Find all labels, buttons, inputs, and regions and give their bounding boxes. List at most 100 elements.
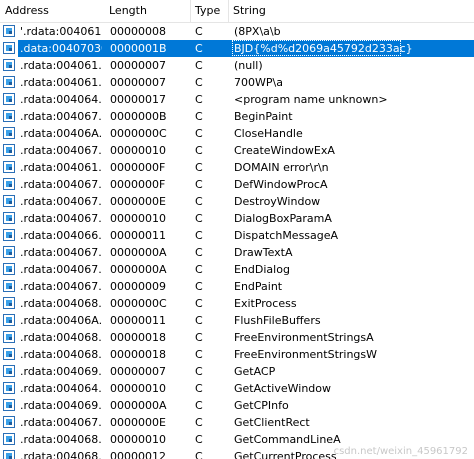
table-row[interactable]: .rdata:00406A... 0000000C C CloseHandle [0,125,474,142]
address-cell: .rdata:004067... [20,178,102,191]
string-item-icon [3,144,15,156]
string-item-icon [3,433,15,445]
address-cell: .rdata:004068... [20,450,102,459]
string-item-icon [3,25,15,37]
length-cell: 00000011 [110,229,166,242]
address-cell: .rdata:004061... [20,59,102,72]
type-cell: C [195,382,203,395]
table-row[interactable]: .rdata:004061... 00000007 C 700WP\a [0,74,474,91]
type-cell: C [195,433,203,446]
string-item-icon [3,178,15,190]
strings-list: '.rdata:004061... 00000008 C (8PX\a\b .data:… [0,23,474,459]
column-header-length[interactable]: Length [104,0,190,22]
type-cell: C [195,42,203,55]
address-cell: .rdata:004067... [20,144,102,157]
string-cell: DispatchMessageA [234,229,339,242]
address-cell: .rdata:004068... [20,348,102,361]
table-row[interactable]: .rdata:004066... 00000011 C DispatchMessage… [0,227,474,244]
type-cell: C [195,416,203,429]
type-cell: C [195,450,203,459]
type-cell: C [195,144,203,157]
string-cell: DrawTextA [234,246,293,259]
column-header: Address Length Type String [0,0,474,23]
string-cell: GetActiveWindow [234,382,332,395]
string-cell: <program name unknown> [234,93,388,106]
string-cell: EndDialog [234,263,290,276]
table-row[interactable]: .rdata:004068... 00000018 C FreeEnvironment… [0,329,474,346]
address-cell: .rdata:004066... [20,229,102,242]
type-cell: C [195,127,203,140]
length-cell: 0000000E [110,416,166,429]
address-cell: .rdata:004067... [20,246,102,259]
table-row[interactable]: .rdata:004067... 00000010 C DialogBoxParamA [0,210,474,227]
length-cell: 0000000C [110,297,167,310]
length-cell: 0000000C [110,127,167,140]
string-cell: CloseHandle [234,127,303,140]
address-cell: .rdata:004061... [20,161,102,174]
table-row[interactable]: .rdata:004069... 00000007 C GetACP [0,363,474,380]
type-cell: C [195,76,203,89]
table-row[interactable]: .rdata:004067... 0000000F C DefWindowProcA [0,176,474,193]
string-cell: DOMAIN error\r\n [234,161,329,174]
length-cell: 00000007 [110,59,166,72]
string-cell: GetCPInfo [234,399,289,412]
type-cell: C [195,110,203,123]
table-row[interactable]: .rdata:004067... 0000000A C DrawTextA [0,244,474,261]
table-row[interactable]: .rdata:004067... 0000000E C DestroyWindow [0,193,474,210]
table-row[interactable]: .rdata:004061... 0000000F C DOMAIN error\r\… [0,159,474,176]
table-row-selected[interactable]: .data:00407030 0000001B C BJD{%d%d2069a4579… [0,40,474,57]
string-item-icon [3,331,15,343]
type-cell: C [195,314,203,327]
length-cell: 00000012 [110,450,166,459]
string-cell: EndPaint [234,280,283,293]
string-cell: GetClientRect [234,416,310,429]
length-cell: 00000011 [110,314,166,327]
address-cell: .rdata:004067... [20,212,102,225]
table-row[interactable]: .rdata:004067... 0000000B C BeginPaint [0,108,474,125]
length-cell: 0000000A [110,399,167,412]
type-cell: C [195,212,203,225]
address-cell: .rdata:004064... [20,93,102,106]
table-row[interactable]: .rdata:004064... 00000010 C GetActiveWindow [0,380,474,397]
column-header-type[interactable]: Type [190,0,228,22]
table-row[interactable]: .rdata:004067... 00000009 C EndPaint [0,278,474,295]
address-cell: .rdata:004068... [20,297,102,310]
table-row[interactable]: .rdata:004069... 0000000A C GetCPInfo [0,397,474,414]
address-cell: .rdata:004064... [20,382,102,395]
table-row[interactable]: .rdata:004067... 0000000E C GetClientRect [0,414,474,431]
string-cell: BeginPaint [234,110,293,123]
string-item-icon [3,110,15,122]
length-cell: 00000010 [110,433,166,446]
string-item-icon [3,450,15,459]
table-row[interactable]: .rdata:004067... 00000010 C CreateWindowExA [0,142,474,159]
string-item-icon [3,263,15,275]
string-item-icon [3,246,15,258]
type-cell: C [195,229,203,242]
table-row[interactable]: .rdata:004064... 00000017 C <program name u… [0,91,474,108]
table-row[interactable]: .rdata:004061... 00000007 C (null) [0,57,474,74]
string-cell: (8PX\a\b [234,25,281,38]
length-cell: 0000000A [110,263,167,276]
type-cell: C [195,59,203,72]
string-item-icon [3,229,15,241]
length-cell: 00000007 [110,365,166,378]
address-cell: .rdata:004067... [20,195,102,208]
table-row[interactable]: .rdata:004068... 00000018 C FreeEnvironment… [0,346,474,363]
table-row[interactable]: .rdata:004068... 0000000C C ExitProcess [0,295,474,312]
table-row[interactable]: .rdata:00406A... 00000011 C FlushFileBuffer… [0,312,474,329]
string-item-icon [3,195,15,207]
type-cell: C [195,93,203,106]
column-header-address[interactable]: Address [0,0,104,22]
address-cell: .data:00407030 [20,42,102,55]
string-item-icon [3,365,15,377]
table-row[interactable]: '.rdata:004061... 00000008 C (8PX\a\b [0,23,474,40]
column-header-string[interactable]: String [228,0,474,22]
length-cell: 0000000A [110,246,167,259]
length-cell: 00000010 [110,382,166,395]
address-cell: .rdata:004067... [20,416,102,429]
length-cell: 0000000B [110,110,167,123]
table-row[interactable]: .rdata:004067... 0000000A C EndDialog [0,261,474,278]
string-cell: FlushFileBuffers [234,314,321,327]
type-cell: C [195,178,203,191]
length-cell: 00000010 [110,144,166,157]
